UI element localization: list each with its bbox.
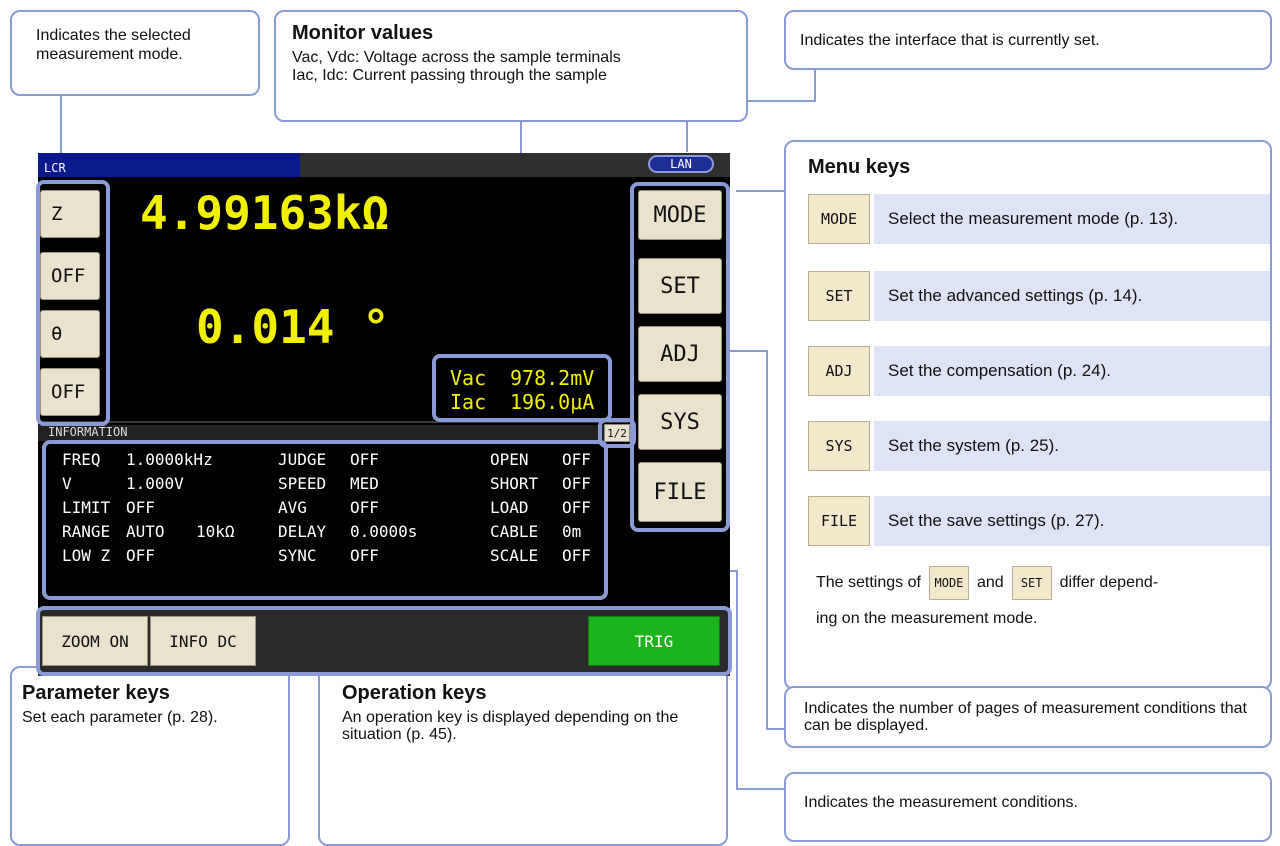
info-table-highlight xyxy=(42,440,608,600)
menu-row-set: SET Set the advanced settings (p. 14). xyxy=(808,271,1270,321)
connector-line xyxy=(814,70,816,100)
interface-callout-text: Indicates the interface that is currentl… xyxy=(800,32,1100,49)
menu-key-mode: MODE xyxy=(808,194,870,244)
monitor-callout-line1: Vac, Vdc: Voltage across the sample term… xyxy=(292,49,621,66)
primary-value: 4.99163kΩ xyxy=(140,186,390,240)
menu-note-part3: differ depend- xyxy=(1059,574,1159,591)
connector-line xyxy=(736,788,784,790)
menu-desc-mode: Select the measurement mode (p. 13). xyxy=(874,194,1270,244)
mode-header-bar xyxy=(38,153,300,177)
menu-row-mode: MODE Select the measurement mode (p. 13)… xyxy=(808,194,1270,244)
menu-keys-highlight xyxy=(630,182,730,532)
parameter-keys-highlight xyxy=(36,180,110,426)
pages-callout: Indicates the number of pages of measure… xyxy=(784,686,1272,748)
menu-row-sys: SYS Set the system (p. 25). xyxy=(808,421,1270,471)
parameter-keys-title: Parameter keys xyxy=(22,682,170,704)
operation-keys-title: Operation keys xyxy=(342,682,487,704)
connector-line xyxy=(736,570,738,790)
menu-note-line2: ing on the measurement mode. xyxy=(816,610,1038,627)
secondary-value: 0.014 ° xyxy=(196,300,390,354)
info-header: INFORMATION xyxy=(48,425,128,439)
monitor-callout-line2: Iac, Idc: Current passing through the sa… xyxy=(292,67,607,84)
monitor-callout: Monitor values Vac, Vdc: Voltage across … xyxy=(274,10,748,122)
connector-line xyxy=(736,190,784,192)
mode-callout: Indicates the selected measurement mode. xyxy=(10,10,260,96)
monitor-values-highlight xyxy=(432,354,612,422)
menu-note: The settings of MODE and SET differ depe… xyxy=(816,566,1266,628)
connector-line xyxy=(766,350,768,730)
monitor-callout-title: Monitor values xyxy=(292,22,434,44)
menu-keys-title: Menu keys xyxy=(808,156,911,178)
mode-label: LCR xyxy=(44,161,66,175)
parameter-keys-desc: Set each parameter (p. 28). xyxy=(22,709,218,726)
menu-note-part1: The settings of xyxy=(816,574,921,591)
menu-desc-set: Set the advanced settings (p. 14). xyxy=(874,271,1270,321)
operation-keys-highlight xyxy=(36,606,732,676)
menu-key-set: SET xyxy=(808,271,870,321)
menu-desc-adj: Set the compensation (p. 24). xyxy=(874,346,1270,396)
operation-keys-desc: An operation key is displayed depending … xyxy=(342,709,679,743)
menu-row-adj: ADJ Set the compensation (p. 24). xyxy=(808,346,1270,396)
interface-badge: LAN xyxy=(648,155,714,173)
operation-keys-callout: Operation keys An operation key is displ… xyxy=(318,666,728,846)
conditions-callout: Indicates the measurement conditions. xyxy=(784,772,1272,842)
connector-line xyxy=(766,728,784,730)
parameter-keys-callout: Parameter keys Set each parameter (p. 28… xyxy=(10,666,290,846)
pages-callout-text: Indicates the number of pages of measure… xyxy=(804,700,1247,734)
menu-note-key1: MODE xyxy=(928,566,969,600)
menu-desc-sys: Set the system (p. 25). xyxy=(874,421,1270,471)
menu-desc-file: Set the save settings (p. 27). xyxy=(874,496,1270,546)
connector-line xyxy=(60,96,62,156)
menu-row-file: FILE Set the save settings (p. 27). xyxy=(808,496,1270,546)
menu-key-sys: SYS xyxy=(808,421,870,471)
mode-callout-text: Indicates the selected measurement mode. xyxy=(36,27,191,63)
menu-key-file: FILE xyxy=(808,496,870,546)
menu-note-key2: SET xyxy=(1011,566,1052,600)
menu-key-adj: ADJ xyxy=(808,346,870,396)
interface-callout: Indicates the interface that is currentl… xyxy=(784,10,1272,70)
conditions-callout-text: Indicates the measurement conditions. xyxy=(804,794,1078,811)
menu-note-part2: and xyxy=(976,574,1004,591)
